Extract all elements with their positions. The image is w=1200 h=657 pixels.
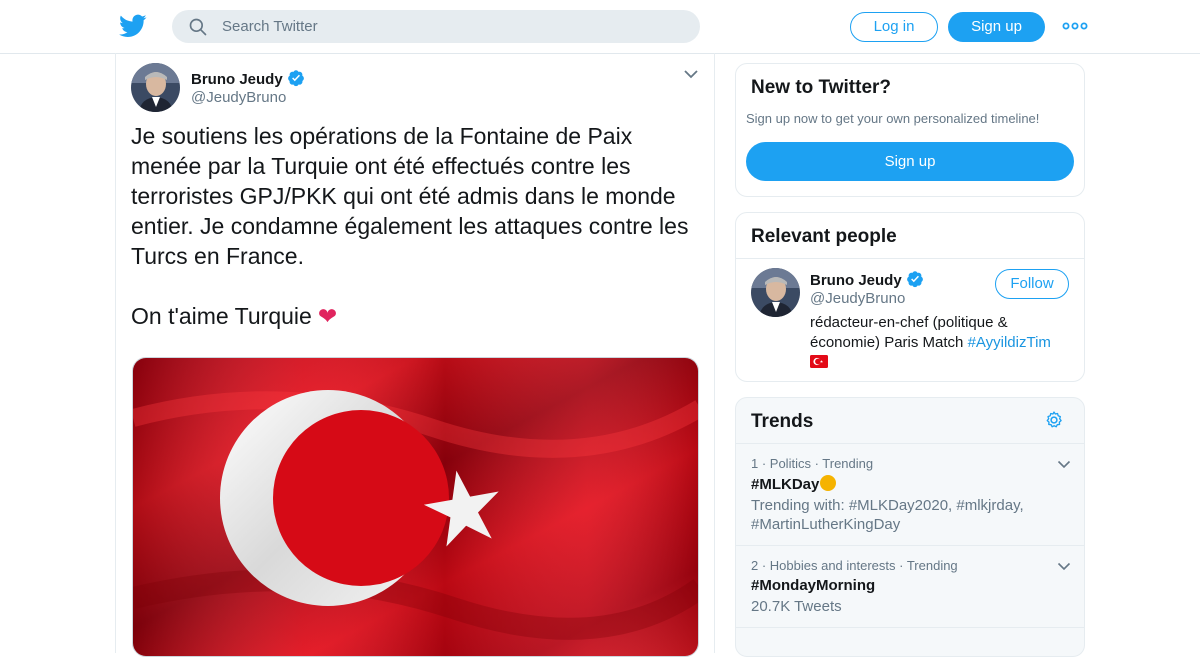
follow-button[interactable]: Follow [995,269,1069,299]
bio-hashtag-link[interactable]: #AyyildizTim [968,334,1051,351]
trend-hashtag-text: #MLKDay [751,476,820,493]
relevant-people-card: Relevant people Bruno Jeudy @JeudyBruno … [735,212,1085,382]
login-button[interactable]: Log in [850,12,938,42]
trend-item[interactable]: 2 · Hobbies and interests · Trending #Mo… [751,558,1071,616]
tweet-media-flag[interactable] [132,357,699,657]
person-handle[interactable]: @JeudyBruno [810,290,905,307]
author-name-text: Bruno Jeudy [191,71,283,88]
relevant-people-title: Relevant people [751,226,897,247]
tweet-text: Je soutiens les opérations de la Fontain… [131,121,701,331]
verified-badge-icon [287,70,304,87]
person-avatar[interactable] [751,268,800,317]
divider [736,443,1084,444]
tweet-text-body: Je soutiens les opérations de la Fontain… [131,123,689,329]
trends-title: Trends [751,411,814,432]
top-bar: Log in Sign up [0,0,1200,54]
author-avatar[interactable] [131,63,180,112]
sidebar-signup-button[interactable]: Sign up [746,142,1074,181]
person-name-text: Bruno Jeudy [810,272,902,289]
divider [736,627,1084,628]
chevron-down-icon[interactable] [683,69,699,79]
new-to-twitter-subtitle: Sign up now to get your own personalized… [746,111,1040,126]
verified-badge-icon [906,271,923,288]
trend-hashtag[interactable]: #MondayMorning [751,577,1071,594]
tweet-detail: Bruno Jeudy @JeudyBruno Je soutiens les … [115,53,715,657]
trend-meta: 2 · Hobbies and interests · Trending [751,558,958,573]
turkey-flag-icon [810,355,828,368]
new-to-twitter-title: New to Twitter? [751,77,892,98]
search-input[interactable] [222,10,682,43]
trend-hashtag[interactable]: #MLKDay [751,475,1071,493]
signup-button[interactable]: Sign up [948,12,1045,42]
heart-emoji: ❤ [317,303,338,329]
trend-item[interactable]: 1 · Politics · Trending #MLKDay Trending… [751,456,1071,534]
author-name[interactable]: Bruno Jeudy [191,69,305,88]
chevron-down-icon[interactable] [1057,562,1071,571]
trends-card: Trends 1 · Politics · Trending #MLKDay T… [735,397,1085,657]
search-icon [189,18,207,36]
chevron-down-icon[interactable] [1057,460,1071,469]
person-name[interactable]: Bruno Jeudy [810,270,924,289]
more-options-icon[interactable] [1062,18,1088,34]
twitter-bird-icon[interactable] [118,12,148,40]
divider [736,545,1084,546]
divider [736,258,1084,259]
new-to-twitter-card: New to Twitter? Sign up now to get your … [735,63,1085,197]
person-bio: rédacteur-en-chef (politique & économie)… [810,313,1072,372]
search-box[interactable] [172,10,700,43]
trend-related: Trending with: #MLKDay2020, #mlkjrday, #… [751,497,1024,533]
trend-tweet-count: 20.7K Tweets [751,598,842,615]
author-handle[interactable]: @JeudyBruno [191,89,286,106]
gear-icon[interactable] [1044,410,1064,430]
trend-meta: 1 · Politics · Trending [751,456,874,471]
mlk-emoji-icon [820,475,837,491]
